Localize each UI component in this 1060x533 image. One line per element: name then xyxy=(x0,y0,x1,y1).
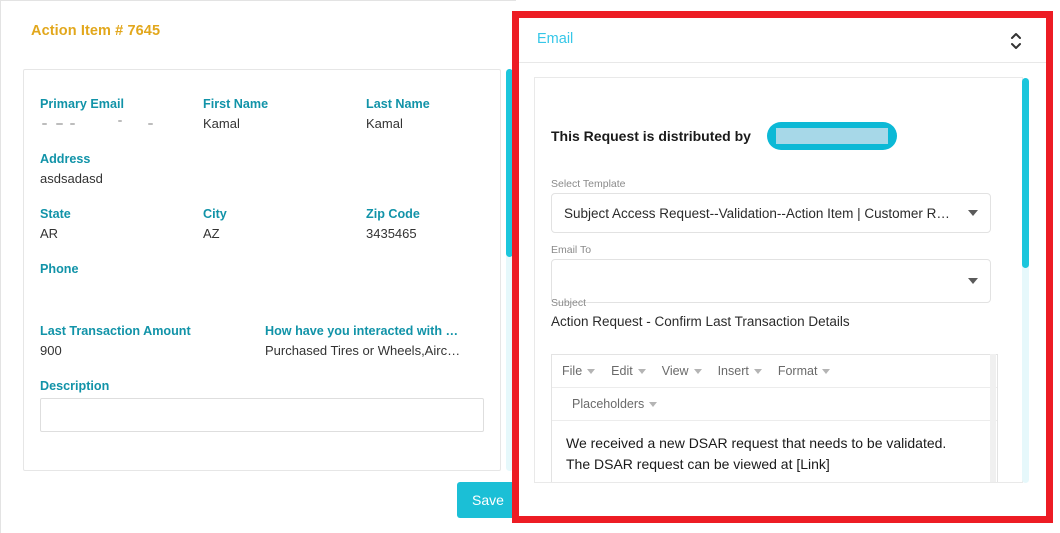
chevron-down-icon xyxy=(968,210,978,216)
action-item-panel: Action Item # 7645 Primary Email First N… xyxy=(0,0,516,533)
field-label-description: Description xyxy=(40,379,110,393)
field-label-interaction: How have you interacted with … xyxy=(265,324,459,338)
distributed-by-row: This Request is distributed by xyxy=(551,122,897,150)
select-template-label: Select Template xyxy=(551,178,626,190)
distributed-by-label: This Request is distributed by xyxy=(551,128,751,144)
field-last-transaction-amount: Last Transaction Amount 900 xyxy=(40,323,265,359)
field-zip-code: Zip Code 3435465 xyxy=(366,206,490,242)
editor-menu-edit[interactable]: Edit xyxy=(611,364,646,378)
app-root: Action Item # 7645 Primary Email First N… xyxy=(0,0,1060,533)
field-value-last-name: Kamal xyxy=(366,116,403,131)
editor-body-line-1: We received a new DSAR request that need… xyxy=(566,435,947,451)
rich-text-editor: File Edit View Insert Format Placeholder… xyxy=(551,354,998,482)
field-row: Last Transaction Amount 900 How have you… xyxy=(40,323,490,359)
email-panel-scrollbar-thumb[interactable] xyxy=(1022,78,1029,268)
field-label-last-transaction-amount: Last Transaction Amount xyxy=(40,324,191,338)
field-value-last-transaction-amount: 900 xyxy=(40,343,62,358)
field-primary-email: Primary Email xyxy=(40,96,203,132)
editor-body-line-2: The DSAR request can be viewed at [Link] xyxy=(566,456,830,472)
subject-value[interactable]: Action Request - Confirm Last Transactio… xyxy=(551,314,991,329)
email-form-card: This Request is distributed by Select Te… xyxy=(534,77,1023,483)
field-city: City AZ xyxy=(203,206,366,242)
field-label-state: State xyxy=(40,207,71,221)
chevron-up-down-icon[interactable] xyxy=(1008,30,1024,52)
editor-scrollbar[interactable] xyxy=(990,354,996,482)
field-interaction: How have you interacted with … Purchased… xyxy=(265,323,490,359)
subject-field: Subject Action Request - Confirm Last Tr… xyxy=(551,297,991,329)
caret-down-icon xyxy=(637,368,646,374)
editor-menu-file-label: File xyxy=(562,364,583,378)
editor-toolbar: Placeholders xyxy=(552,388,997,421)
distributed-by-value-badge xyxy=(766,122,897,150)
description-input[interactable] xyxy=(40,398,484,432)
select-template-dropdown[interactable]: Subject Access Request--Validation--Acti… xyxy=(551,193,991,233)
caret-down-icon xyxy=(693,368,702,374)
field-label-primary-email: Primary Email xyxy=(40,97,125,111)
field-value-state: AR xyxy=(40,226,59,241)
page-title: Action Item # 7645 xyxy=(31,23,161,39)
field-label-phone: Phone xyxy=(40,262,79,276)
editor-menu-insert[interactable]: Insert xyxy=(718,364,762,378)
caret-down-icon xyxy=(649,401,658,407)
field-grid: Primary Email First Name Kamal Last Name… xyxy=(40,96,490,451)
field-label-first-name: First Name xyxy=(203,97,269,111)
field-label-address: Address xyxy=(40,152,91,166)
editor-menu-view[interactable]: View xyxy=(662,364,702,378)
email-panel-highlight-box: Email This Request is distributed by Sel… xyxy=(512,11,1053,523)
field-value-first-name: Kamal xyxy=(203,116,240,131)
caret-down-icon xyxy=(753,368,762,374)
caret-down-icon xyxy=(822,368,831,374)
field-phone: Phone xyxy=(40,261,490,297)
distributed-by-redacted-value xyxy=(775,128,888,144)
editor-menu-insert-label: Insert xyxy=(717,364,749,378)
editor-placeholders-dropdown[interactable]: Placeholders xyxy=(572,397,658,411)
field-row: Primary Email First Name Kamal Last Name… xyxy=(40,96,490,132)
editor-menu-edit-label: Edit xyxy=(611,364,633,378)
subject-label: Subject xyxy=(551,297,587,309)
field-value-zip-code: 3435465 xyxy=(366,226,417,241)
field-value-interaction: Purchased Tires or Wheels,Airc… xyxy=(265,343,461,358)
field-state: State AR xyxy=(40,206,203,242)
chevron-down-icon xyxy=(968,278,978,284)
field-description: Description xyxy=(40,378,490,432)
email-panel-header: Email xyxy=(519,18,1046,63)
field-row: State AR City AZ Zip Code 3435465 xyxy=(40,206,490,242)
email-to-label: Email To xyxy=(551,244,592,256)
editor-menu-format-label: Format xyxy=(777,364,818,378)
email-panel: Email This Request is distributed by Sel… xyxy=(519,18,1046,516)
action-item-details-card: Primary Email First Name Kamal Last Name… xyxy=(23,69,501,471)
field-row: Address asdsadasd xyxy=(40,151,490,187)
field-value-phone xyxy=(40,280,490,297)
field-address: Address asdsadasd xyxy=(40,151,490,187)
caret-down-icon xyxy=(587,368,596,374)
field-row: Description xyxy=(40,378,490,432)
select-template-value: Subject Access Request--Validation--Acti… xyxy=(564,205,950,221)
email-panel-title: Email xyxy=(537,31,574,47)
editor-body[interactable]: We received a new DSAR request that need… xyxy=(552,421,997,475)
select-template-field: Select Template Subject Access Request--… xyxy=(551,178,991,233)
field-row: Phone xyxy=(40,261,490,297)
field-value-city: AZ xyxy=(203,226,220,241)
editor-placeholders-label: Placeholders xyxy=(572,397,645,411)
editor-menu-format[interactable]: Format xyxy=(778,364,831,378)
editor-menu-view-label: View xyxy=(661,364,689,378)
primary-email-redacted-value xyxy=(40,116,190,129)
field-label-city: City xyxy=(203,207,227,221)
editor-menubar: File Edit View Insert Format xyxy=(552,355,997,388)
field-value-address: asdsadasd xyxy=(40,171,103,186)
field-label-zip-code: Zip Code xyxy=(366,207,420,221)
field-label-last-name: Last Name xyxy=(366,97,430,111)
field-first-name: First Name Kamal xyxy=(203,96,366,132)
field-last-name: Last Name Kamal xyxy=(366,96,490,132)
email-to-field: Email To xyxy=(551,244,991,303)
save-button[interactable]: Save xyxy=(457,482,516,518)
editor-menu-file[interactable]: File xyxy=(562,364,596,378)
